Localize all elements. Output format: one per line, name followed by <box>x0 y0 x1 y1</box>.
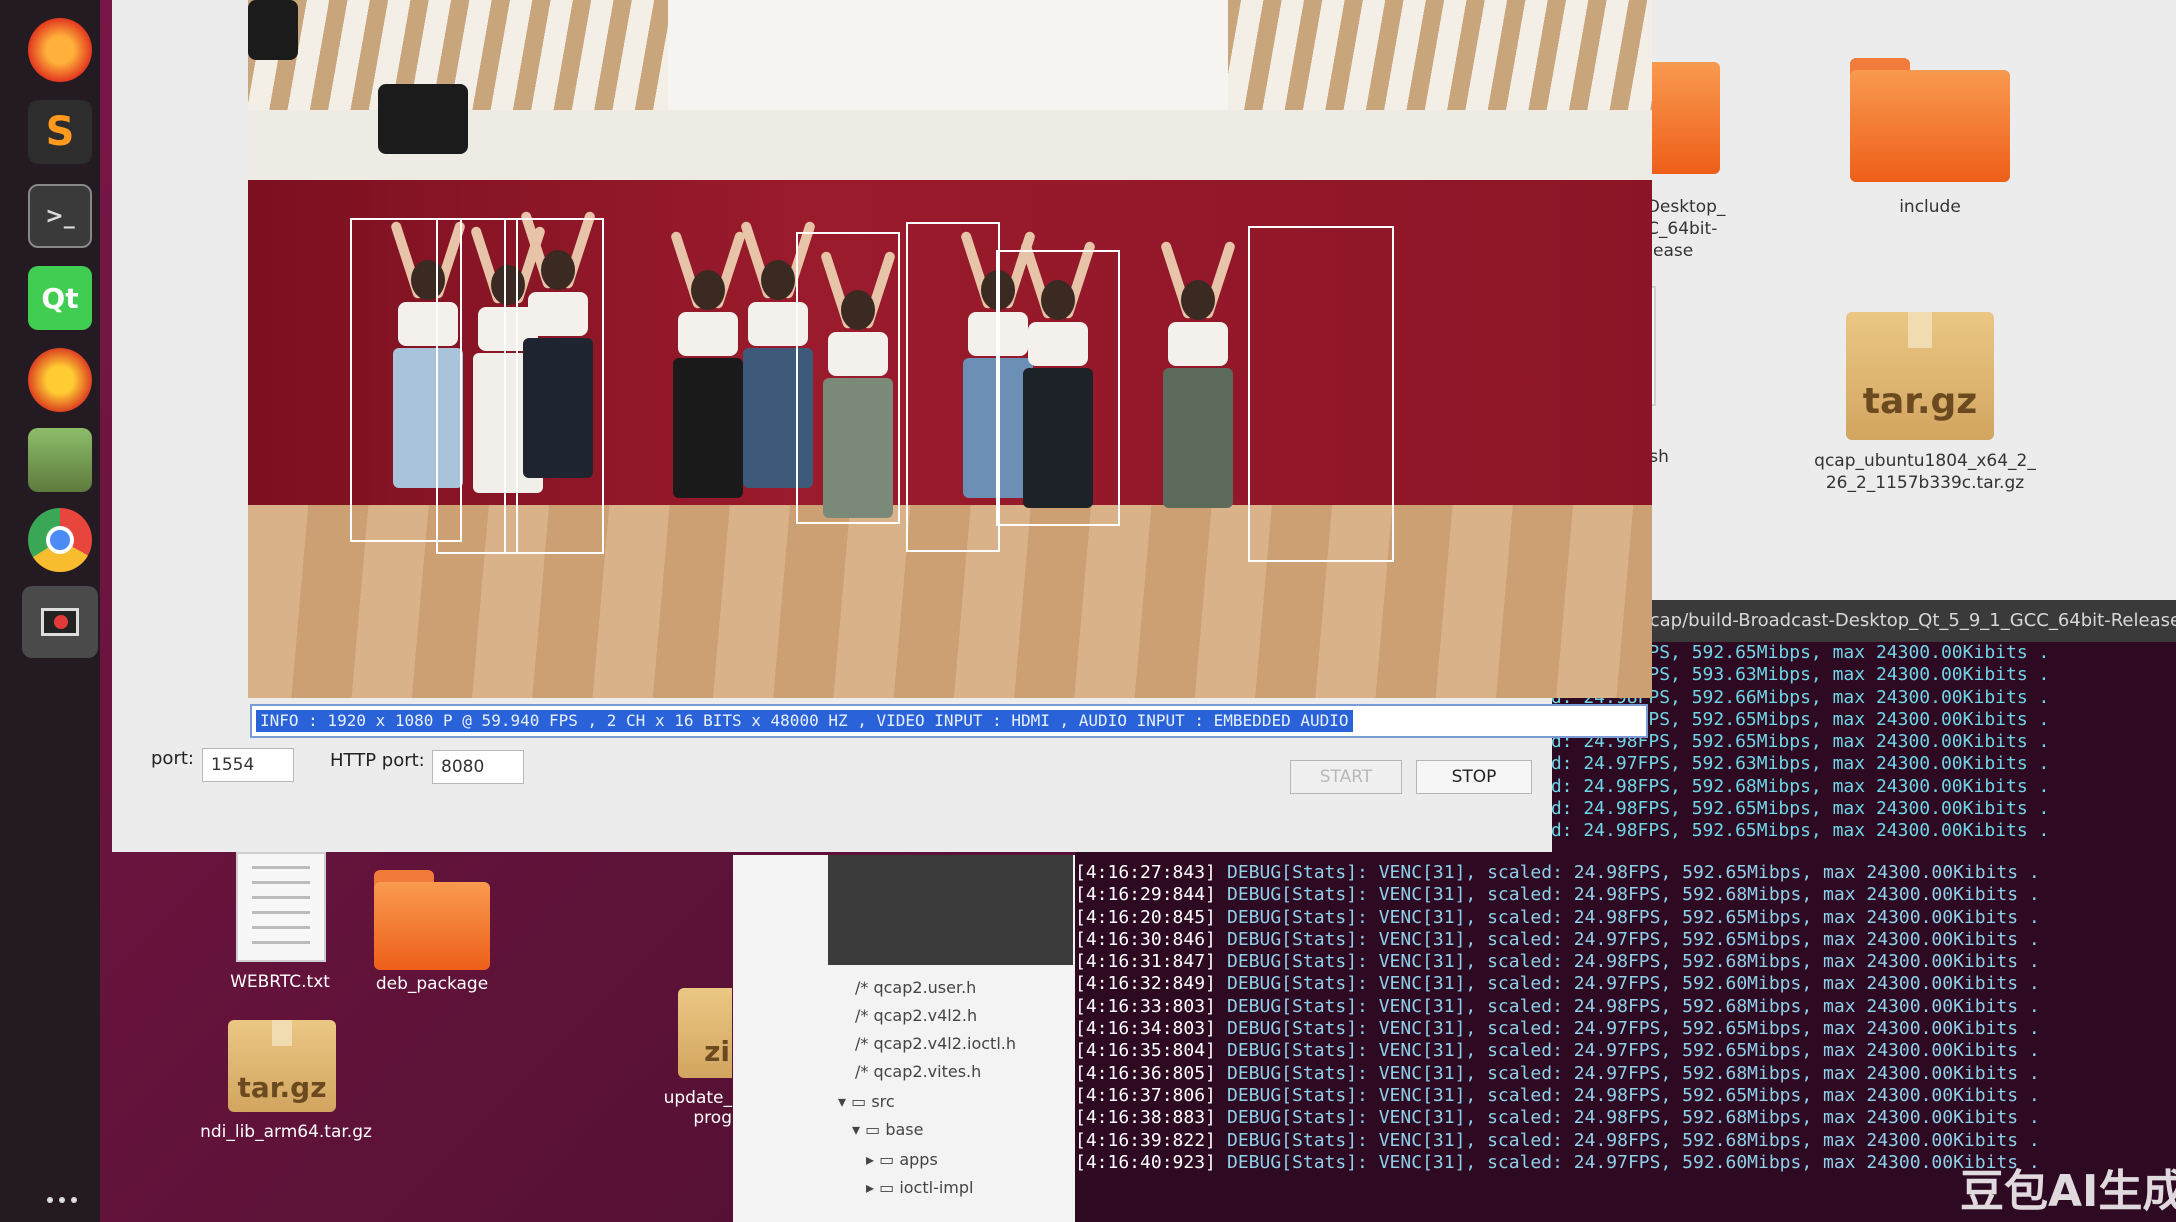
deb-package-label: deb_package <box>375 974 489 994</box>
log-timestamp: [4:16:31:847] <box>1075 951 1216 973</box>
folder-include-label: include <box>1899 197 1961 217</box>
log-row: [4:16:29:844] DEBUG[Stats]: VENC[31], sca… <box>1075 884 2176 906</box>
webrtc-txt-label: WEBRTC.txt <box>230 972 330 992</box>
log-row: [4:16:30:846] DEBUG[Stats]: VENC[31], sca… <box>1075 929 2176 951</box>
chrome-icon[interactable] <box>28 508 92 572</box>
recorder-icon[interactable] <box>22 586 98 658</box>
terminal-icon[interactable]: >_ <box>28 184 92 248</box>
log-row: [4:16:37:806] DEBUG[Stats]: VENC[31], sca… <box>1075 1085 2176 1107</box>
port-label: port: <box>151 748 194 769</box>
terminal-log: [4:16:27:843] DEBUG[Stats]: VENC[31], sca… <box>1075 862 2176 1202</box>
log-timestamp: [4:16:20:845] <box>1075 906 1216 928</box>
show-apps-button[interactable] <box>44 1190 84 1214</box>
log-timestamp: [4:16:33:803] <box>1075 995 1216 1017</box>
log-row: [4:16:38:883] DEBUG[Stats]: VENC[31], sca… <box>1075 1107 2176 1129</box>
editor-panel <box>828 855 1073 965</box>
log-row: [4:16:31:847] DEBUG[Stats]: VENC[31], sca… <box>1075 951 2176 973</box>
ceiling-panel <box>668 0 1228 110</box>
qcap-archive-file[interactable]: tar.gz <box>1846 312 1994 440</box>
log-row: [4:16:27:843] DEBUG[Stats]: VENC[31], sca… <box>1075 862 2176 884</box>
tree-item[interactable]: /* qcap2.user.h <box>855 978 976 997</box>
tree-item[interactable]: ▸ ▭ ioctl-impl <box>866 1178 973 1197</box>
qt-creator-icon[interactable]: Qt <box>28 266 92 330</box>
log-message: DEBUG[Stats]: VENC[31], scaled: 24.97FPS… <box>1227 1040 2040 1062</box>
log-timestamp: [4:16:32:849] <box>1075 973 1216 995</box>
start-button[interactable]: START <box>1290 760 1402 794</box>
tree-item[interactable]: /* qcap2.vites.h <box>855 1062 981 1081</box>
tree-item[interactable]: ▾ ▭ base <box>852 1120 923 1139</box>
detection-box <box>996 250 1120 526</box>
log-timestamp: [4:16:36:805] <box>1075 1062 1216 1084</box>
tree-item[interactable]: /* qcap2.v4l2.ioctl.h <box>855 1034 1016 1053</box>
ndi-lib-archive-label: ndi_lib_arm64.tar.gz <box>200 1122 372 1142</box>
terminal-line: ed: 24.97FPS, 592.63Mibps, max 24300.00K… <box>1540 753 2050 775</box>
firefox-icon[interactable] <box>28 18 92 82</box>
ndi-lib-archive-file[interactable]: tar.gz <box>228 1020 336 1112</box>
log-message: DEBUG[Stats]: VENC[31], scaled: 24.98FPS… <box>1227 995 2040 1017</box>
log-timestamp: [4:16:29:844] <box>1075 884 1216 906</box>
dancer <box>1148 240 1248 560</box>
log-timestamp: [4:16:38:883] <box>1075 1107 1216 1129</box>
stop-button[interactable]: STOP <box>1416 760 1532 794</box>
terminal-line: ed: 24.98FPS, 592.65Mibps, max 24300.00K… <box>1540 798 2050 820</box>
log-message: DEBUG[Stats]: VENC[31], scaled: 24.97FPS… <box>1227 1062 2040 1084</box>
log-message: DEBUG[Stats]: VENC[31], scaled: 24.98FPS… <box>1227 862 2040 883</box>
update-program-archive[interactable]: zi <box>678 988 732 1078</box>
detection-box <box>1248 226 1394 562</box>
terminal-line: ed: 24.98FPS, 592.68Mibps, max 24300.00K… <box>1540 775 2050 797</box>
log-message: DEBUG[Stats]: VENC[31], scaled: 24.97FPS… <box>1227 928 2040 950</box>
tree-item[interactable]: ▾ ▭ src <box>838 1092 895 1111</box>
app-icon[interactable] <box>28 348 92 412</box>
detection-box <box>906 222 1000 552</box>
stream-info-text: INFO : 1920 x 1080 P @ 59.940 FPS , 2 CH… <box>256 710 1353 732</box>
video-preview[interactable] <box>248 0 1652 698</box>
http-port-field[interactable]: 8080 <box>432 750 524 784</box>
http-port-label: HTTP port: <box>330 750 425 771</box>
log-message: DEBUG[Stats]: VENC[31], scaled: 24.97FPS… <box>1227 973 2040 995</box>
qcap-archive-badge: tar.gz <box>1862 381 1978 422</box>
log-timestamp: [4:16:30:846] <box>1075 928 1216 950</box>
qcap-archive-label: qcap_ubuntu1804_x64_2_ 26_2_1157b339c.ta… <box>1814 451 2036 493</box>
log-message: DEBUG[Stats]: VENC[31], scaled: 24.98FPS… <box>1227 1084 2040 1106</box>
log-timestamp: [4:16:27:843] <box>1075 862 1216 883</box>
broadcast-app-window: INFO : 1920 x 1080 P @ 59.940 FPS , 2 CH… <box>112 0 1652 852</box>
log-message: DEBUG[Stats]: VENC[31], scaled: 24.97FPS… <box>1227 1151 2040 1173</box>
image-viewer-icon[interactable] <box>28 428 92 492</box>
detection-box <box>504 218 604 554</box>
log-row: [4:16:33:803] DEBUG[Stats]: VENC[31], sca… <box>1075 996 2176 1018</box>
log-timestamp: [4:16:35:804] <box>1075 1040 1216 1062</box>
log-message: DEBUG[Stats]: VENC[31], scaled: 24.98FPS… <box>1227 1129 2040 1151</box>
log-message: DEBUG[Stats]: VENC[31], scaled: 24.97FPS… <box>1227 1018 2040 1040</box>
log-message: DEBUG[Stats]: VENC[31], scaled: 24.98FPS… <box>1227 1107 2040 1129</box>
sublime-icon[interactable]: S <box>28 100 92 164</box>
log-message: DEBUG[Stats]: VENC[31], scaled: 24.98FPS… <box>1227 951 2040 973</box>
ndi-lib-archive-badge: tar.gz <box>237 1071 327 1104</box>
tree-item[interactable]: /* qcap2.v4l2.h <box>855 1006 977 1025</box>
dock: S >_ Qt <box>0 0 100 1222</box>
log-row: [4:16:32:849] DEBUG[Stats]: VENC[31], sca… <box>1075 973 2176 995</box>
corner-speaker <box>248 0 298 60</box>
tree-item[interactable]: ▸ ▭ apps <box>866 1150 938 1169</box>
log-timestamp: [4:16:39:822] <box>1075 1129 1216 1151</box>
update-program-badge: zi <box>704 1035 730 1068</box>
log-row: [4:16:34:803] DEBUG[Stats]: VENC[31], sca… <box>1075 1018 2176 1040</box>
log-row: [4:16:36:805] DEBUG[Stats]: VENC[31], sca… <box>1075 1063 2176 1085</box>
log-row: [4:16:20:845] DEBUG[Stats]: VENC[31], sca… <box>1075 907 2176 929</box>
terminal-line: ed: 24.98FPS, 592.65Mibps, max 24300.00K… <box>1540 820 2050 842</box>
log-timestamp: [4:16:40:923] <box>1075 1151 1216 1173</box>
log-message: DEBUG[Stats]: VENC[31], scaled: 24.98FPS… <box>1227 906 2040 928</box>
left-speaker <box>378 84 468 154</box>
port-field[interactable]: 1554 <box>202 748 294 782</box>
log-row: [4:16:35:804] DEBUG[Stats]: VENC[31], sca… <box>1075 1040 2176 1062</box>
log-message: DEBUG[Stats]: VENC[31], scaled: 24.98FPS… <box>1227 884 2040 906</box>
stream-info-bar: INFO : 1920 x 1080 P @ 59.940 FPS , 2 CH… <box>250 704 1648 738</box>
webrtc-txt-file[interactable] <box>236 852 326 962</box>
detection-box <box>796 232 900 524</box>
log-timestamp: [4:16:34:803] <box>1075 1018 1216 1040</box>
log-row: [4:16:39:822] DEBUG[Stats]: VENC[31], sca… <box>1075 1130 2176 1152</box>
update-program-label: update_ prog <box>663 1088 732 1128</box>
log-timestamp: [4:16:37:806] <box>1075 1084 1216 1106</box>
watermark-text: 豆包AI生成 <box>1960 1166 2176 1217</box>
